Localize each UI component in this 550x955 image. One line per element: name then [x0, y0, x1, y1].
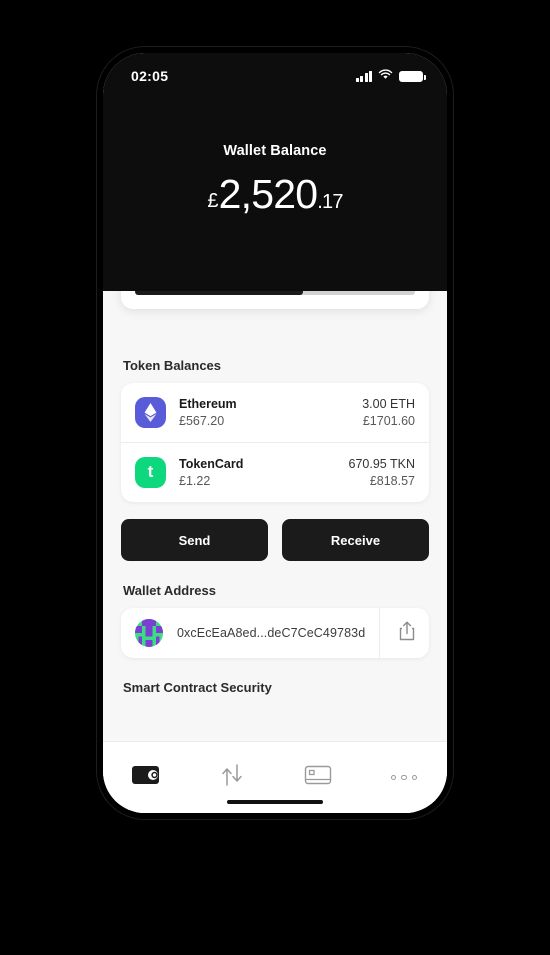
share-icon [397, 620, 417, 647]
token-price: £1.22 [179, 474, 211, 488]
home-indicator [227, 799, 323, 804]
token-name-block: TokenCard £1.22 [179, 457, 349, 488]
gas-tank-progress-bar [135, 291, 415, 295]
token-name: Ethereum [179, 397, 237, 411]
phone-screen: 02:05 Wallet Balance £ 2,520 .17 Token B… [103, 53, 447, 813]
wallet-address-section: Wallet Address 0xcEcEaA8ed...deC7CeC4978… [121, 583, 429, 658]
send-button[interactable]: Send [121, 519, 268, 561]
gas-tank-card[interactable]: Gas Tank Balance 0.01 ETH (95 Tx) Top Up [121, 291, 429, 309]
token-fiat-value: £818.57 [369, 474, 415, 488]
wallet-balance-header: Wallet Balance £2,520.17 [103, 93, 447, 291]
balance-decimal: .17 [317, 191, 343, 213]
wallet-address-copy-area[interactable]: 0xcEcEaA8ed...deC7CeC49783d [121, 608, 379, 658]
token-balances-section: Token Balances Ethereum £567.20 3.00 ETH… [121, 291, 429, 502]
token-value-block: 670.95 TKN £818.57 [349, 457, 415, 488]
card-icon [304, 764, 332, 791]
ethereum-icon [135, 397, 166, 428]
balance-whole: 2,520 [218, 171, 318, 217]
token-name: TokenCard [179, 457, 244, 471]
smart-contract-security-section[interactable]: Smart Contract Security [121, 680, 429, 695]
status-bar-clock: 02:05 [131, 68, 169, 84]
share-address-button[interactable] [379, 608, 429, 658]
status-bar: 02:05 [103, 53, 447, 93]
identicon-avatar [135, 619, 163, 647]
signal-bars-icon [355, 70, 372, 82]
token-row[interactable]: t TokenCard £1.22 670.95 TKN £818.57 [121, 442, 429, 502]
tokencard-icon: t [135, 457, 166, 488]
token-list: Ethereum £567.20 3.00 ETH £1701.60 t Tok… [121, 383, 429, 502]
token-name-block: Ethereum £567.20 [179, 397, 362, 428]
page-title: Wallet Balance [223, 143, 327, 159]
wallet-actions: Send Receive [121, 519, 429, 561]
token-amount: 3.00 ETH [362, 397, 415, 411]
receive-button[interactable]: Receive [282, 519, 429, 561]
wifi-icon [378, 67, 393, 85]
smart-contract-security-label: Smart Contract Security [123, 680, 272, 695]
token-balances-label: Token Balances [123, 358, 222, 373]
token-price: £567.20 [179, 414, 225, 428]
token-fiat-value: £1701.60 [362, 414, 415, 428]
token-value-block: 3.00 ETH £1701.60 [362, 397, 415, 428]
wallet-content: Gas Tank Balance 0.01 ETH (95 Tx) Top Up… [103, 291, 447, 813]
more-dots-icon [390, 774, 418, 781]
gas-tank-progress-fill [135, 291, 303, 295]
wallet-address-card: 0xcEcEaA8ed...deC7CeC49783d [121, 608, 429, 658]
tab-transfers[interactable] [189, 755, 275, 801]
tokencard-icon-letter: t [147, 462, 154, 481]
phone-frame: 02:05 Wallet Balance £ 2,520 .17 Token B… [97, 47, 453, 819]
tab-wallet[interactable] [103, 755, 189, 801]
screenshot-stage: 02:05 Wallet Balance £ 2,520 .17 Token B… [0, 0, 550, 955]
battery-icon [399, 70, 426, 82]
status-bar-icons [355, 67, 426, 85]
token-amount: 670.95 TKN [348, 457, 415, 471]
token-row[interactable]: Ethereum £567.20 3.00 ETH £1701.60 [121, 383, 429, 442]
tab-more[interactable] [361, 755, 447, 801]
up-down-arrows-icon [217, 762, 247, 793]
tab-card[interactable] [275, 755, 361, 801]
wallet-icon [131, 763, 161, 792]
wallet-address-label: Wallet Address [123, 583, 216, 598]
wallet-balance-amount: £2,520.17 [103, 171, 447, 218]
currency-symbol: £ [207, 190, 218, 212]
wallet-address-value: 0xcEcEaA8ed...deC7CeC49783d [177, 626, 366, 640]
